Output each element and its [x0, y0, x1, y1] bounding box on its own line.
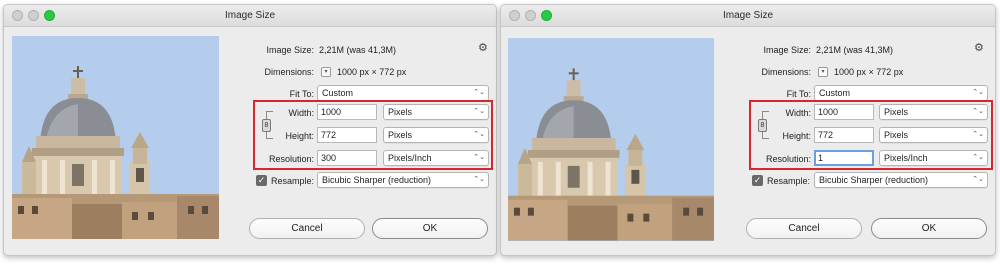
height-label: Height:: [285, 131, 314, 141]
height-input[interactable]: 772: [317, 127, 377, 143]
cancel-button[interactable]: Cancel: [249, 218, 365, 239]
height-unit-select[interactable]: Pixels ⌃⌄: [879, 127, 988, 143]
height-unit-select[interactable]: Pixels ⌃⌄: [383, 127, 489, 143]
chevron-updown-icon: ⌃⌄: [473, 131, 485, 138]
resolution-unit-select[interactable]: Pixels/Inch ⌃⌄: [879, 150, 988, 166]
dimensions-value: 1000 px × 772 px: [834, 67, 904, 77]
resample-checkbox[interactable]: ✓: [752, 175, 763, 186]
resample-value: Bicubic Sharper (reduction): [322, 175, 432, 185]
image-size-dialog-left: Image Size Image Size: 2,21M (was 41,3M)…: [3, 4, 497, 256]
dialog-title: Image Size: [722, 10, 774, 21]
image-size-label: Image Size:: [266, 45, 314, 55]
chevron-updown-icon: ⌃⌄: [473, 176, 485, 183]
dimensions-menu-icon[interactable]: ▾: [321, 67, 331, 77]
chevron-updown-icon: ⌃⌄: [473, 89, 485, 96]
width-label: Width:: [785, 108, 811, 118]
fit-to-select[interactable]: Custom ⌃⌄: [814, 85, 988, 101]
width-unit-select[interactable]: Pixels ⌃⌄: [879, 104, 988, 120]
fit-to-label: Fit To:: [786, 89, 811, 99]
chevron-updown-icon: ⌃⌄: [972, 108, 984, 115]
dialog-title: Image Size: [224, 10, 276, 21]
resample-select[interactable]: Bicubic Sharper (reduction) ⌃⌄: [317, 172, 489, 188]
height-label: Height:: [782, 131, 811, 141]
title-bar: Image Size: [501, 5, 995, 27]
height-unit-value: Pixels: [884, 130, 909, 140]
fit-to-label: Fit To:: [289, 89, 314, 99]
fit-to-value: Custom: [322, 88, 354, 98]
width-input[interactable]: 1000: [814, 104, 874, 120]
resample-label: Resample:: [271, 176, 315, 186]
width-unit-value: Pixels: [884, 107, 909, 117]
dimensions-value: 1000 px × 772 px: [337, 67, 407, 77]
resolution-label: Resolution:: [765, 154, 811, 164]
width-label: Width:: [288, 108, 314, 118]
image-preview[interactable]: [12, 36, 219, 239]
width-unit-select[interactable]: Pixels ⌃⌄: [383, 104, 489, 120]
title-bar: Image Size: [4, 5, 496, 27]
resolution-unit-select[interactable]: Pixels/Inch ⌃⌄: [383, 150, 489, 166]
resample-select[interactable]: Bicubic Sharper (reduction) ⌃⌄: [814, 172, 988, 188]
height-input[interactable]: 772: [814, 127, 874, 143]
resolution-label: Resolution:: [268, 154, 314, 164]
cancel-button[interactable]: Cancel: [746, 218, 862, 239]
image-size-dialog-right: Image Size Image Size: 2,21M (was 41,3M)…: [500, 4, 996, 256]
dimensions-menu-icon[interactable]: ▾: [818, 67, 828, 77]
resolution-unit-value: Pixels/Inch: [884, 153, 928, 163]
chevron-updown-icon: ⌃⌄: [473, 154, 485, 161]
resample-value: Bicubic Sharper (reduction): [819, 175, 929, 185]
width-unit-value: Pixels: [388, 107, 413, 117]
fit-to-select[interactable]: Custom ⌃⌄: [317, 85, 489, 101]
ok-button[interactable]: OK: [372, 218, 488, 239]
dimensions-label: Dimensions:: [264, 67, 314, 77]
gear-icon[interactable]: ⚙: [974, 42, 988, 54]
chevron-updown-icon: ⌃⌄: [972, 89, 984, 96]
chevron-updown-icon: ⌃⌄: [972, 131, 984, 138]
image-preview[interactable]: [508, 38, 714, 241]
church-dome-photo: [12, 36, 219, 239]
width-input[interactable]: 1000: [317, 104, 377, 120]
chevron-updown-icon: ⌃⌄: [473, 108, 485, 115]
image-size-label: Image Size:: [763, 45, 811, 55]
resolution-input[interactable]: 300: [317, 150, 377, 166]
ok-button[interactable]: OK: [871, 218, 987, 239]
church-dome-photo: [508, 38, 714, 241]
fit-to-value: Custom: [819, 88, 851, 98]
resolution-unit-value: Pixels/Inch: [388, 153, 432, 163]
image-size-value: 2,21M (was 41,3M): [319, 45, 397, 55]
image-size-value: 2,21M (was 41,3M): [816, 45, 894, 55]
dimensions-label: Dimensions:: [761, 67, 811, 77]
resample-label: Resample:: [767, 176, 811, 186]
resolution-input[interactable]: 1: [814, 150, 874, 166]
height-unit-value: Pixels: [388, 130, 413, 140]
chevron-updown-icon: ⌃⌄: [972, 176, 984, 183]
resample-checkbox[interactable]: ✓: [256, 175, 267, 186]
chevron-updown-icon: ⌃⌄: [972, 154, 984, 161]
gear-icon[interactable]: ⚙: [478, 42, 492, 54]
